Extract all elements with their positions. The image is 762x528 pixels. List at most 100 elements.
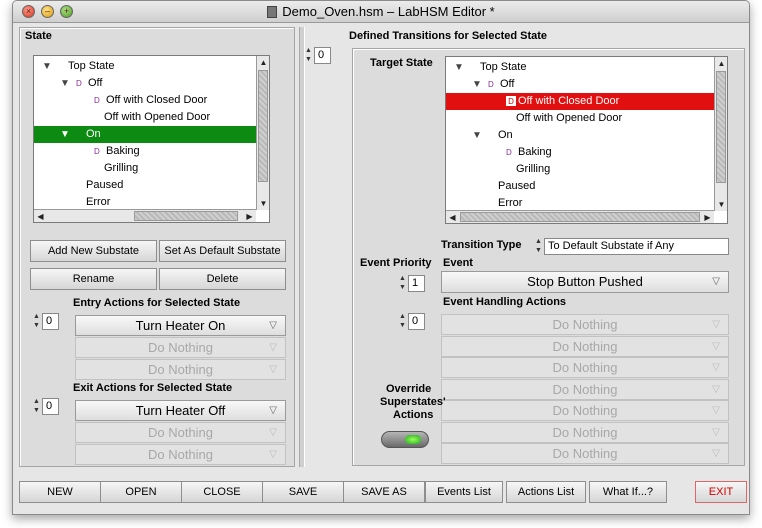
tree-row[interactable]: D Baking <box>446 144 714 161</box>
scroll-thumb[interactable] <box>460 212 700 222</box>
override-superstates-toggle[interactable] <box>381 431 429 448</box>
horizontal-scrollbar[interactable]: ◀ ▶ <box>446 210 714 223</box>
chevron-down-icon: ▽ <box>712 362 720 373</box>
events-list-button[interactable]: Events List <box>425 481 503 503</box>
actions-list-button[interactable]: Actions List <box>506 481 586 503</box>
action-dropdown[interactable]: Do Nothing ▽ <box>441 378 729 400</box>
scroll-left-icon[interactable]: ◀ <box>446 211 459 223</box>
delete-button[interactable]: Delete <box>159 268 286 290</box>
expand-triangle-icon[interactable]: ▼ <box>60 126 70 143</box>
entry-index-stepper[interactable]: ▲ ▼ 0 <box>31 312 59 331</box>
expand-triangle-icon[interactable]: ▼ <box>42 58 52 75</box>
stepper-arrows-icon[interactable]: ▲ ▼ <box>533 237 544 256</box>
action-value: Do Nothing <box>147 425 214 440</box>
scroll-right-icon[interactable]: ▶ <box>701 211 714 223</box>
tree-row[interactable]: ▼ Top State <box>446 59 714 76</box>
add-substate-button[interactable]: Add New Substate <box>30 240 157 262</box>
scroll-up-icon[interactable]: ▲ <box>257 56 269 69</box>
expand-triangle-icon[interactable]: ▼ <box>472 76 482 93</box>
close-button[interactable]: CLOSE <box>181 481 263 503</box>
stepper-arrows-icon[interactable]: ▲ ▼ <box>397 312 408 331</box>
action-dropdown[interactable]: Do Nothing ▽ <box>441 400 729 421</box>
event-dropdown[interactable]: Stop Button Pushed ▽ <box>441 271 729 293</box>
new-button[interactable]: NEW <box>19 481 101 503</box>
exit-index-value[interactable]: 0 <box>42 398 59 415</box>
entry-index-value[interactable]: 0 <box>42 313 59 330</box>
tree-row-label: Baking <box>106 145 140 157</box>
set-default-substate-button[interactable]: Set As Default Substate <box>159 240 286 262</box>
handling-index-stepper[interactable]: ▲ ▼ 0 <box>397 312 425 331</box>
tree-row[interactable]: Off with Opened Door <box>34 109 256 126</box>
scroll-right-icon[interactable]: ▶ <box>243 210 256 222</box>
exit-index-stepper[interactable]: ▲ ▼ 0 <box>31 397 59 416</box>
tree-row[interactable]: Paused <box>34 177 256 194</box>
tree-row[interactable]: D Off with Closed Door <box>446 93 714 110</box>
target-state-label: Target State <box>370 57 433 69</box>
transition-type-value[interactable]: To Default Substate if Any <box>544 238 729 255</box>
state-tree[interactable]: ▼ Top State ▼ D Off D Off with Closed Door Off … <box>33 55 270 223</box>
action-dropdown[interactable]: Turn Heater On ▽ <box>75 315 286 336</box>
expand-triangle-icon[interactable]: ▼ <box>472 127 482 144</box>
expand-triangle-icon[interactable]: ▼ <box>60 75 70 92</box>
chevron-down-icon: ▽ <box>269 405 277 416</box>
action-dropdown[interactable]: Do Nothing ▽ <box>75 422 286 443</box>
action-dropdown[interactable]: Do Nothing ▽ <box>441 443 729 464</box>
scroll-thumb[interactable] <box>134 211 238 221</box>
panel-splitter[interactable] <box>299 27 305 467</box>
stepper-arrows-icon[interactable]: ▲ ▼ <box>31 397 42 416</box>
event-priority-value[interactable]: 1 <box>408 275 425 292</box>
exit-button[interactable]: EXIT <box>695 481 747 503</box>
scroll-up-icon[interactable]: ▲ <box>715 57 727 70</box>
action-dropdown[interactable]: Do Nothing ▽ <box>75 444 286 465</box>
vertical-scrollbar[interactable]: ▲ ▼ <box>714 57 727 211</box>
tree-row[interactable]: Grilling <box>446 161 714 178</box>
rename-button[interactable]: Rename <box>30 268 157 290</box>
what-if-button[interactable]: What If...? <box>589 481 667 503</box>
save-as-button[interactable]: SAVE AS <box>343 481 425 503</box>
override-label-1: Override <box>386 383 432 395</box>
transition-type-stepper[interactable]: ▲ ▼ To Default Substate if Any <box>533 237 729 256</box>
tree-row-label: Off with Closed Door <box>518 95 620 107</box>
horizontal-scrollbar[interactable]: ◀ ▶ <box>34 209 256 222</box>
action-dropdown[interactable]: Do Nothing ▽ <box>441 357 729 378</box>
action-dropdown[interactable]: Do Nothing ▽ <box>441 335 729 357</box>
tree-row[interactable]: ▼ On <box>446 127 714 144</box>
handling-index-value[interactable]: 0 <box>408 313 425 330</box>
chevron-down-icon: ▽ <box>269 342 277 353</box>
transition-index-value[interactable]: 0 <box>314 47 331 64</box>
tree-row[interactable]: Paused <box>446 178 714 195</box>
event-priority-stepper[interactable]: ▲ ▼ 1 <box>397 274 425 293</box>
scroll-left-icon[interactable]: ◀ <box>34 210 47 222</box>
tree-row[interactable]: ▼ On <box>34 126 256 143</box>
event-label: Event <box>443 257 473 269</box>
action-dropdown[interactable]: Do Nothing ▽ <box>441 421 729 443</box>
vertical-scrollbar[interactable]: ▲ ▼ <box>256 56 269 210</box>
target-state-tree[interactable]: ▼ Top State ▼ D Off D Off with Closed Door Off … <box>445 56 728 224</box>
tree-row-label: Grilling <box>516 163 551 175</box>
action-dropdown[interactable]: Do Nothing ▽ <box>75 337 286 358</box>
scroll-thumb[interactable] <box>716 71 726 183</box>
chevron-down-icon: ▽ <box>712 426 720 438</box>
transition-index-stepper[interactable]: ▲ ▼ 0 <box>303 46 331 65</box>
open-button[interactable]: OPEN <box>100 481 182 503</box>
tree-row[interactable]: ▼ D Off <box>34 75 256 92</box>
chevron-down-icon: ▽ <box>269 427 277 438</box>
scroll-down-icon[interactable]: ▼ <box>715 198 727 211</box>
action-dropdown[interactable]: Do Nothing ▽ <box>441 314 729 335</box>
tree-row-label: On <box>86 128 101 140</box>
tree-row[interactable]: ▼ Top State <box>34 58 256 75</box>
tree-row[interactable]: D Baking <box>34 143 256 160</box>
tree-row[interactable]: ▼ D Off <box>446 76 714 93</box>
tree-row[interactable]: Off with Opened Door <box>446 110 714 127</box>
save-button[interactable]: SAVE <box>262 481 344 503</box>
scroll-thumb[interactable] <box>258 70 268 182</box>
stepper-arrows-icon[interactable]: ▲ ▼ <box>397 274 408 293</box>
action-dropdown[interactable]: Do Nothing ▽ <box>75 359 286 380</box>
scroll-down-icon[interactable]: ▼ <box>257 197 269 210</box>
stepper-arrows-icon[interactable]: ▲ ▼ <box>31 312 42 331</box>
tree-row[interactable]: Grilling <box>34 160 256 177</box>
tree-row[interactable]: D Off with Closed Door <box>34 92 256 109</box>
action-dropdown[interactable]: Turn Heater Off ▽ <box>75 400 286 421</box>
expand-triangle-icon[interactable]: ▼ <box>454 59 464 76</box>
stepper-arrows-icon[interactable]: ▲ ▼ <box>303 46 314 65</box>
